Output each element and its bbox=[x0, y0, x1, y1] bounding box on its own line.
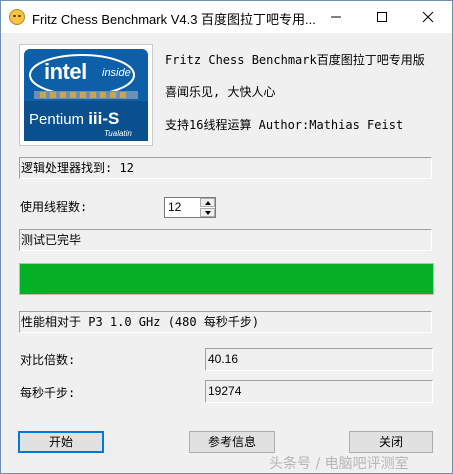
title-bar[interactable]: Fritz Chess Benchmark V4.3 百度图拉丁吧专用... bbox=[1, 1, 452, 33]
intel-tagline: inside bbox=[102, 67, 131, 79]
watermark: 头条号 / 电脑吧评测室 bbox=[269, 456, 409, 472]
maximize-icon bbox=[377, 12, 387, 22]
threads-stepper[interactable]: 12 bbox=[164, 197, 216, 218]
minimize-icon bbox=[331, 16, 341, 18]
info-line-3: 支持16线程运算 Author:Mathias Feist bbox=[165, 118, 404, 132]
processors-found-panel: 逻辑处理器找到: 12 bbox=[19, 157, 432, 179]
intel-pentium-logo: intel inside Pentium iii-S Tualatin bbox=[19, 44, 153, 146]
intel-brand: intel bbox=[44, 59, 87, 84]
close-icon bbox=[422, 11, 434, 23]
close-window-button[interactable] bbox=[405, 1, 451, 33]
progress-bar bbox=[19, 263, 434, 295]
product-suffix: iii-S bbox=[88, 109, 120, 128]
maximize-button[interactable] bbox=[359, 1, 405, 33]
info-line-2: 喜闻乐见, 大快人心 bbox=[165, 85, 276, 99]
progress-fill bbox=[20, 264, 433, 294]
processors-found-text: 逻辑处理器找到: 12 bbox=[21, 161, 134, 175]
ratio-label: 对比倍数: bbox=[20, 353, 76, 367]
relative-performance-panel: 性能相对于 P3 1.0 GHz (480 每秒千步) bbox=[19, 311, 432, 333]
product-name: Pentium iii-S bbox=[29, 109, 119, 129]
smiley-app-icon bbox=[9, 9, 25, 25]
ratio-field: 40.16 bbox=[205, 348, 433, 371]
product-prefix: Pentium bbox=[29, 111, 89, 128]
minimize-button[interactable] bbox=[313, 1, 359, 33]
start-button[interactable]: 开始 bbox=[18, 431, 104, 453]
threads-label: 使用线程数: bbox=[20, 200, 88, 214]
arrow-down-icon bbox=[205, 211, 211, 215]
benchmark-window: Fritz Chess Benchmark V4.3 百度图拉丁吧专用... i… bbox=[0, 0, 453, 474]
threads-increment-button[interactable] bbox=[200, 198, 215, 207]
relative-performance-text: 性能相对于 P3 1.0 GHz (480 每秒千步) bbox=[21, 315, 260, 329]
knps-label: 每秒千步: bbox=[20, 386, 76, 400]
arrow-up-icon bbox=[205, 201, 211, 205]
ratio-value: 40.16 bbox=[208, 352, 239, 366]
threads-value[interactable]: 12 bbox=[168, 200, 181, 214]
knps-field: 19274 bbox=[205, 380, 433, 403]
status-panel: 测试已完毕 bbox=[19, 229, 432, 251]
close-button[interactable]: 关闭 bbox=[349, 431, 433, 453]
status-text: 测试已完毕 bbox=[21, 233, 82, 247]
threads-decrement-button[interactable] bbox=[200, 208, 215, 217]
knps-value: 19274 bbox=[208, 384, 242, 398]
info-line-1: Fritz Chess Benchmark百度图拉丁吧专用版 bbox=[165, 53, 425, 67]
codename: Tualatin bbox=[104, 129, 132, 138]
reference-info-button[interactable]: 参考信息 bbox=[189, 431, 275, 453]
window-title: Fritz Chess Benchmark V4.3 百度图拉丁吧专用... bbox=[32, 12, 316, 27]
